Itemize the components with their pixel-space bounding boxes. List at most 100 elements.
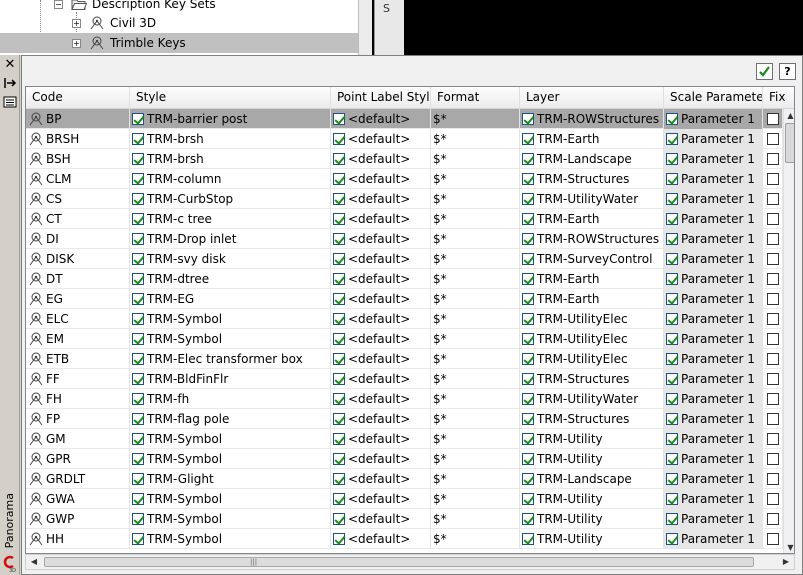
layer-checkbox[interactable] bbox=[522, 473, 534, 485]
scroll-up-icon[interactable]: ▲ bbox=[784, 109, 794, 122]
code-cell[interactable]: FH bbox=[26, 389, 130, 409]
table-row[interactable]: GWP TRM-Symbol <default> $* TRM-Utility Param… bbox=[26, 509, 794, 529]
layer-cell[interactable]: TRM-UtilityElec bbox=[520, 329, 664, 349]
label-style-cell[interactable]: <default> bbox=[331, 169, 431, 189]
fix-cell[interactable] bbox=[763, 209, 783, 229]
style-cell[interactable]: TRM-Symbol bbox=[130, 329, 331, 349]
label-style-checkbox[interactable] bbox=[333, 133, 345, 145]
style-cell[interactable]: TRM-barrier post bbox=[130, 109, 331, 129]
scale-parameter-cell[interactable]: Parameter 1 bbox=[664, 509, 763, 529]
label-style-checkbox[interactable] bbox=[333, 173, 345, 185]
code-cell[interactable]: GM bbox=[26, 429, 130, 449]
table-row[interactable]: FF TRM-BldFinFlr <default> $* TRM-Structures… bbox=[26, 369, 794, 389]
style-cell[interactable]: TRM-CurbStop bbox=[130, 189, 331, 209]
layer-checkbox[interactable] bbox=[522, 293, 534, 305]
tree-node-trimble-keys[interactable]: + Trimble Keys bbox=[0, 33, 358, 53]
label-style-checkbox[interactable] bbox=[333, 313, 345, 325]
scale-checkbox[interactable] bbox=[666, 373, 678, 385]
format-cell[interactable]: $* bbox=[431, 129, 520, 149]
label-style-cell[interactable]: <default> bbox=[331, 389, 431, 409]
code-cell[interactable]: ETB bbox=[26, 349, 130, 369]
table-row[interactable]: BRSH TRM-brsh <default> $* TRM-Earth Paramete… bbox=[26, 129, 794, 149]
layer-checkbox[interactable] bbox=[522, 453, 534, 465]
scale-checkbox[interactable] bbox=[666, 453, 678, 465]
scale-parameter-cell[interactable]: Parameter 1 bbox=[664, 449, 763, 469]
style-checkbox[interactable] bbox=[132, 333, 144, 345]
scale-parameter-cell[interactable]: Parameter 1 bbox=[664, 369, 763, 389]
code-cell[interactable]: BP bbox=[26, 109, 130, 129]
scale-parameter-cell[interactable]: Parameter 1 bbox=[664, 469, 763, 489]
style-cell[interactable]: TRM-Symbol bbox=[130, 489, 331, 509]
fix-cell[interactable] bbox=[763, 189, 783, 209]
horizontal-scrollbar[interactable]: ◀ ||| ▶ bbox=[25, 554, 795, 570]
label-style-cell[interactable]: <default> bbox=[331, 249, 431, 269]
help-button[interactable]: ? bbox=[779, 63, 796, 80]
style-checkbox[interactable] bbox=[132, 213, 144, 225]
fix-cell[interactable] bbox=[763, 469, 783, 489]
fix-checkbox[interactable] bbox=[767, 353, 779, 365]
code-cell[interactable]: BRSH bbox=[26, 129, 130, 149]
style-checkbox[interactable] bbox=[132, 433, 144, 445]
layer-checkbox[interactable] bbox=[522, 513, 534, 525]
format-cell[interactable]: $* bbox=[431, 449, 520, 469]
layer-checkbox[interactable] bbox=[522, 193, 534, 205]
fix-cell[interactable] bbox=[763, 249, 783, 269]
style-cell[interactable]: TRM-EG bbox=[130, 289, 331, 309]
style-checkbox[interactable] bbox=[132, 253, 144, 265]
column-header-layer[interactable]: Layer bbox=[520, 87, 664, 109]
scale-checkbox[interactable] bbox=[666, 233, 678, 245]
layer-checkbox[interactable] bbox=[522, 113, 534, 125]
style-cell[interactable]: TRM-c tree bbox=[130, 209, 331, 229]
format-cell[interactable]: $* bbox=[431, 529, 520, 549]
fix-checkbox[interactable] bbox=[767, 373, 779, 385]
scale-checkbox[interactable] bbox=[666, 193, 678, 205]
auto-hide-icon[interactable] bbox=[3, 76, 17, 90]
fix-cell[interactable] bbox=[763, 329, 783, 349]
scale-parameter-cell[interactable]: Parameter 1 bbox=[664, 429, 763, 449]
label-style-cell[interactable]: <default> bbox=[331, 469, 431, 489]
label-style-cell[interactable]: <default> bbox=[331, 329, 431, 349]
format-cell[interactable]: $* bbox=[431, 269, 520, 289]
label-style-cell[interactable]: <default> bbox=[331, 409, 431, 429]
scale-parameter-cell[interactable]: Parameter 1 bbox=[664, 489, 763, 509]
style-checkbox[interactable] bbox=[132, 533, 144, 545]
table-row[interactable]: CT TRM-c tree <default> $* TRM-Earth Paramete… bbox=[26, 209, 794, 229]
label-style-cell[interactable]: <default> bbox=[331, 129, 431, 149]
format-cell[interactable]: $* bbox=[431, 169, 520, 189]
fix-checkbox[interactable] bbox=[767, 253, 779, 265]
scale-checkbox[interactable] bbox=[666, 413, 678, 425]
label-style-cell[interactable]: <default> bbox=[331, 529, 431, 549]
fix-checkbox[interactable] bbox=[767, 273, 779, 285]
label-style-checkbox[interactable] bbox=[333, 493, 345, 505]
style-checkbox[interactable] bbox=[132, 153, 144, 165]
layer-checkbox[interactable] bbox=[522, 233, 534, 245]
label-style-checkbox[interactable] bbox=[333, 373, 345, 385]
table-row[interactable]: FH TRM-fh <default> $* TRM-UtilityWater Param… bbox=[26, 389, 794, 409]
fix-cell[interactable] bbox=[763, 169, 783, 189]
style-cell[interactable]: TRM-brsh bbox=[130, 149, 331, 169]
layer-cell[interactable]: TRM-Landscape bbox=[520, 469, 664, 489]
style-checkbox[interactable] bbox=[132, 173, 144, 185]
format-cell[interactable]: $* bbox=[431, 189, 520, 209]
scale-checkbox[interactable] bbox=[666, 173, 678, 185]
layer-checkbox[interactable] bbox=[522, 413, 534, 425]
table-row[interactable]: BP TRM-barrier post <default> $* TRM-ROWStru… bbox=[26, 109, 794, 129]
scroll-thumb[interactable] bbox=[785, 123, 794, 163]
label-style-cell[interactable]: <default> bbox=[331, 229, 431, 249]
label-style-checkbox[interactable] bbox=[333, 453, 345, 465]
format-cell[interactable]: $* bbox=[431, 289, 520, 309]
layer-cell[interactable]: TRM-UtilityWater bbox=[520, 389, 664, 409]
table-row[interactable]: EG TRM-EG <default> $* TRM-Earth Parameter 1 bbox=[26, 289, 794, 309]
layer-cell[interactable]: TRM-Earth bbox=[520, 269, 664, 289]
code-cell[interactable]: GWP bbox=[26, 509, 130, 529]
table-row[interactable]: ELC TRM-Symbol <default> $* TRM-UtilityElec P… bbox=[26, 309, 794, 329]
table-row[interactable]: EM TRM-Symbol <default> $* TRM-UtilityElec Pa… bbox=[26, 329, 794, 349]
style-cell[interactable]: TRM-brsh bbox=[130, 129, 331, 149]
scale-checkbox[interactable] bbox=[666, 393, 678, 405]
scale-checkbox[interactable] bbox=[666, 513, 678, 525]
fix-cell[interactable] bbox=[763, 349, 783, 369]
scale-checkbox[interactable] bbox=[666, 293, 678, 305]
scale-parameter-cell[interactable]: Parameter 1 bbox=[664, 149, 763, 169]
scale-checkbox[interactable] bbox=[666, 353, 678, 365]
column-header-format[interactable]: Format bbox=[431, 87, 520, 109]
